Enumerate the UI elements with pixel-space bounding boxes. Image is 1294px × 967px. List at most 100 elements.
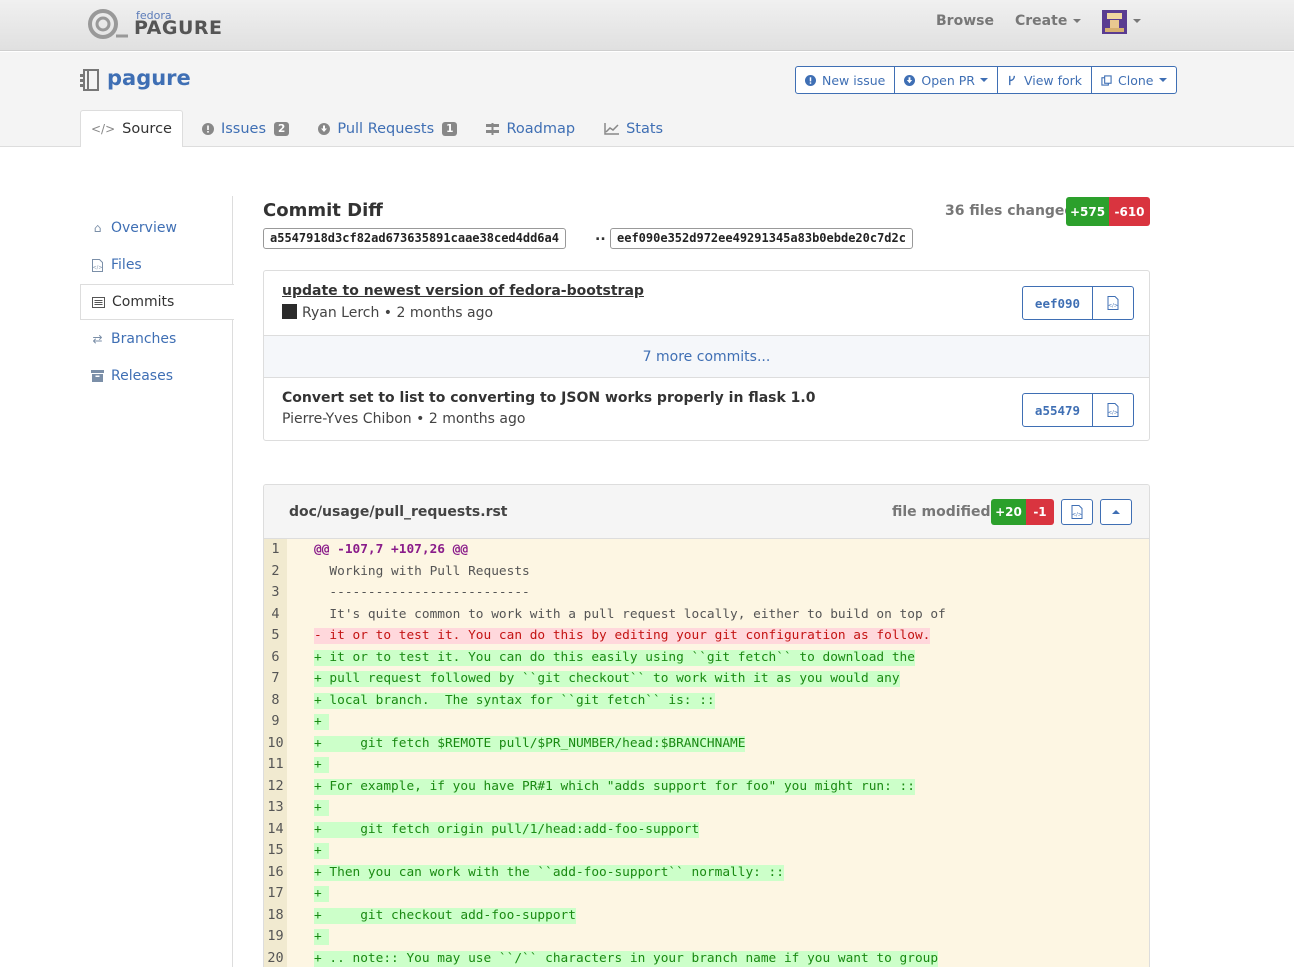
nav-create-label: Create (1015, 13, 1068, 29)
open-pr-button[interactable]: Open PR (895, 67, 998, 93)
sidebar-item-label: Files (111, 257, 142, 273)
tab-pull-requests-label: Pull Requests (337, 120, 435, 137)
code-icon: </> (91, 122, 116, 136)
line-number[interactable]: 3 (264, 582, 287, 604)
line-number[interactable]: 12 (264, 775, 287, 797)
line-number[interactable]: 4 (264, 603, 287, 625)
page-title: Commit Diff (263, 200, 383, 221)
collapse-diff-button[interactable] (1100, 499, 1132, 525)
view-fork-button[interactable]: View fork (998, 67, 1093, 93)
archive-icon (91, 370, 104, 382)
diff-line: 13 + (264, 797, 1149, 819)
sidebar-item-branches[interactable]: ⇄ Branches (80, 321, 233, 357)
user-menu-chevron-icon[interactable] (1133, 19, 1141, 23)
line-number[interactable]: 5 (264, 625, 287, 647)
line-number[interactable]: 2 (264, 560, 287, 582)
line-number[interactable]: 1 (264, 539, 287, 561)
line-number[interactable]: 17 (264, 883, 287, 905)
svg-text:</>: </> (1108, 410, 1118, 416)
file-status: file modified (892, 504, 991, 520)
line-number[interactable]: 15 (264, 840, 287, 862)
commit-author[interactable]: Ryan Lerch (302, 305, 379, 321)
view-fork-label: View fork (1023, 72, 1083, 88)
tab-roadmap-label: Roadmap (506, 120, 576, 137)
svg-text:</>: </> (1108, 303, 1118, 309)
nav-browse[interactable]: Browse (936, 13, 994, 29)
browse-tree-button[interactable]: </> (1093, 394, 1133, 426)
sidebar-item-overview[interactable]: ⌂ Overview (80, 210, 233, 246)
more-commits-link[interactable]: 7 more commits... (264, 335, 1149, 378)
browse-tree-button[interactable]: </> (1093, 287, 1133, 319)
copy-icon (1101, 74, 1112, 86)
code-line: -------------------------- (314, 585, 530, 600)
line-number[interactable]: 13 (264, 797, 287, 819)
new-issue-button[interactable]: New issue (796, 67, 896, 93)
sidebar-item-files[interactable]: </> Files (80, 247, 233, 283)
line-number[interactable]: 20 (264, 947, 287, 967)
tab-issues-label: Issues (220, 120, 267, 137)
sidebar-item-commits[interactable]: Commits (80, 284, 234, 320)
diff-file-name[interactable]: doc/usage/pull_requests.rst (289, 504, 508, 520)
repo-actions: New issue Open PR View fork Clone (795, 66, 1177, 94)
arrow-circle-down-icon (904, 74, 916, 86)
diff-line: 12 + For example, if you have PR#1 which … (264, 775, 1149, 797)
arrow-circle-down-icon (318, 122, 331, 135)
commit-meta: Pierre-Yves Chibon • 2 months ago (282, 411, 525, 427)
sidebar-item-label: Overview (111, 220, 177, 236)
commit-message-link[interactable]: Convert set to list to converting to JSO… (282, 390, 815, 406)
to-commit-hash[interactable]: eef090e352d972ee49291345a83b0ebde20c7d2c (610, 228, 913, 249)
code-line: + Then you can work with the ``add-foo-s… (314, 864, 784, 881)
new-issue-label: New issue (822, 72, 886, 88)
tab-stats[interactable]: Stats (594, 110, 673, 147)
commit-meta: Ryan Lerch • 2 months ago (282, 304, 493, 321)
file-code-icon: </> (1107, 403, 1119, 417)
commit-list: update to newest version of fedora-boots… (263, 270, 1150, 441)
diff-line: 1 @@ -107,7 +107,26 @@ (264, 539, 1149, 561)
line-number[interactable]: 10 (264, 732, 287, 754)
sidebar-item-label: Commits (112, 294, 175, 310)
line-number[interactable]: 14 (264, 818, 287, 840)
from-commit-hash[interactable]: a5547918d3cf82ad673635891caae38ced4dd6a4 (263, 228, 566, 249)
tab-pull-requests[interactable]: Pull Requests 1 (308, 110, 467, 147)
clone-button[interactable]: Clone (1092, 67, 1175, 93)
line-number[interactable]: 8 (264, 689, 287, 711)
diff-header: doc/usage/pull_requests.rst file modifie… (264, 485, 1149, 539)
line-number[interactable]: 18 (264, 904, 287, 926)
pagure-logo[interactable]: fedora PAGURE (88, 8, 222, 40)
logo-pagure-text: PAGURE (134, 17, 223, 39)
top-navbar: fedora PAGURE Browse Create (0, 0, 1294, 51)
repo-name[interactable]: pagure (107, 66, 191, 90)
line-number[interactable]: 16 (264, 861, 287, 883)
random-icon: ⇄ (92, 332, 103, 346)
diff-line: 8 + local branch. The syntax for ``git fe… (264, 689, 1149, 711)
view-file-button[interactable]: </> (1061, 499, 1093, 525)
line-number[interactable]: 6 (264, 646, 287, 668)
tab-roadmap[interactable]: Roadmap (476, 110, 585, 147)
chevron-down-icon (979, 78, 988, 82)
nav-create[interactable]: Create (1015, 13, 1082, 29)
caret-up-icon (1112, 510, 1120, 514)
commit-author[interactable]: Pierre-Yves Chibon (282, 411, 412, 427)
line-number[interactable]: 19 (264, 926, 287, 948)
commit-message-link[interactable]: update to newest version of fedora-boots… (282, 283, 644, 299)
file-deletions-badge: -1 (1026, 499, 1054, 525)
code-line: + local branch. The syntax for ``git fet… (314, 692, 715, 709)
list-item: Convert set to list to converting to JSO… (264, 378, 1149, 442)
line-number[interactable]: 9 (264, 711, 287, 733)
exclamation-circle-icon (805, 74, 816, 86)
tab-source[interactable]: </> Source (80, 110, 183, 147)
user-avatar[interactable] (1102, 10, 1127, 34)
diff-line: 9 + (264, 711, 1149, 733)
line-number[interactable]: 7 (264, 668, 287, 690)
commit-hash-button[interactable]: a55479 (1023, 394, 1093, 426)
diff-line: 18 + git checkout add-foo-support (264, 904, 1149, 926)
diff-line: 16 + Then you can work with the ``add-foo… (264, 861, 1149, 883)
sidebar-item-releases[interactable]: Releases (80, 358, 233, 394)
commit-hash-button[interactable]: eef090 (1023, 287, 1093, 319)
line-number[interactable]: 11 (264, 754, 287, 776)
repo-header: pagure New issue Open PR View fork Clone… (0, 52, 1294, 147)
code-line: + (314, 929, 330, 945)
code-line: + git fetch origin pull/1/head:add-foo-s… (314, 821, 700, 838)
svg-text:</>: </> (1072, 512, 1082, 518)
tab-issues[interactable]: Issues 2 (192, 110, 299, 147)
